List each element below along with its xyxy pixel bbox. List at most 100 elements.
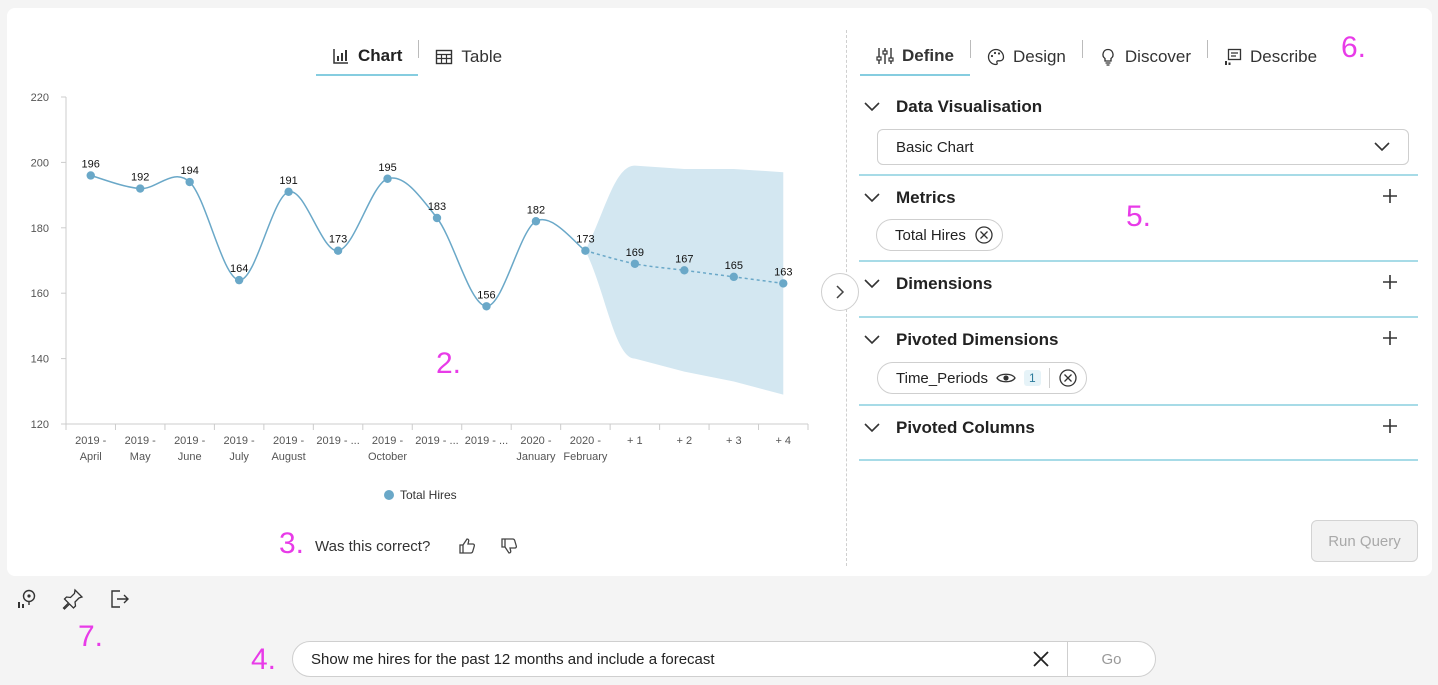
section-title: Metrics: [896, 188, 956, 207]
data-point: [531, 217, 541, 226]
annotation-7: 7.: [78, 620, 104, 653]
section-dimensions: Dimensions: [860, 272, 1418, 296]
section-pivoted-dimensions: Pivoted Dimensions: [860, 328, 1418, 352]
x-tick-label: + 4: [775, 435, 791, 447]
x-tick-label: 2019 -April: [75, 435, 107, 463]
section-title: Data Visualisation: [896, 97, 1043, 116]
query-bar: Go: [292, 641, 1156, 677]
section-divider: [859, 316, 1418, 318]
tab-table[interactable]: Table: [419, 30, 518, 76]
section-title: Pivoted Dimensions: [896, 330, 1059, 349]
tab-discover[interactable]: Discover: [1083, 30, 1207, 76]
remove-circle-icon[interactable]: [1058, 368, 1078, 388]
x-tick-label: 2019 -May: [125, 435, 157, 463]
data-point: [432, 213, 442, 223]
tab-chart[interactable]: Chart: [316, 30, 419, 76]
tab-discover-label: Discover: [1124, 47, 1192, 66]
bottom-toolbar: [16, 588, 130, 610]
add-metric-icon[interactable]: [1382, 188, 1398, 209]
data-label: 163: [774, 266, 792, 278]
x-tick-label: 2019 -June: [174, 435, 206, 463]
collapse-panel-button[interactable]: [821, 273, 859, 311]
x-tick-label: + 2: [677, 435, 693, 447]
count-badge: 1: [1023, 370, 1041, 386]
data-point: [630, 259, 640, 268]
tab-design-label: Design: [1012, 47, 1066, 66]
section-data-visualisation: Data Visualisation: [860, 95, 1418, 119]
data-label: 156: [477, 289, 495, 301]
data-label: 191: [279, 175, 297, 187]
panel-tabs: Define Design Discover Describe: [860, 30, 1333, 76]
section-title: Dimensions: [896, 274, 993, 293]
palette-icon: [987, 48, 1005, 66]
export-icon[interactable]: [108, 588, 130, 610]
line-chart: 120 140 160 180 200 220 2019 -April 2019 -May 20…: [31, 92, 809, 463]
y-tick-label: 180: [31, 223, 49, 235]
x-tick-label: 2019 - ...: [316, 435, 359, 447]
legend-label: Total Hires: [400, 488, 457, 502]
annotation-3: 3.: [279, 527, 305, 560]
add-dimension-icon[interactable]: [1382, 274, 1398, 295]
query-input[interactable]: [293, 642, 1015, 676]
metric-chip-label: Total Hires: [895, 226, 966, 244]
chevron-down-icon: [1374, 139, 1390, 156]
data-point: [136, 184, 145, 193]
data-point: [383, 174, 392, 183]
pivoted-dimension-chip: Time_Periods 1: [877, 362, 1087, 394]
chevron-down-icon[interactable]: [860, 335, 884, 345]
data-label: 182: [527, 204, 545, 216]
data-point: [284, 187, 293, 197]
close-icon[interactable]: [1015, 642, 1067, 676]
visualisation-select-value: Basic Chart: [896, 138, 974, 156]
y-tick-label: 160: [31, 288, 49, 300]
pin-icon[interactable]: [62, 588, 84, 610]
thumbs-down-icon[interactable]: [498, 535, 520, 557]
tab-table-label: Table: [461, 47, 503, 66]
section-divider: [859, 260, 1418, 262]
data-point: [581, 246, 590, 255]
data-label: 167: [675, 253, 693, 265]
x-tick-label: 2019 -August: [271, 435, 305, 463]
sliders-icon: [876, 48, 894, 64]
tab-design[interactable]: Design: [971, 30, 1082, 76]
go-button[interactable]: Go: [1067, 642, 1155, 676]
tab-describe[interactable]: Describe: [1208, 30, 1333, 76]
add-pivoted-column-icon[interactable]: [1382, 418, 1398, 439]
chevron-down-icon[interactable]: [860, 279, 884, 289]
data-point: [86, 171, 95, 180]
x-tick-label: + 1: [627, 435, 643, 447]
tab-define[interactable]: Define: [860, 30, 970, 76]
chevron-right-icon: [836, 285, 845, 299]
chevron-down-icon[interactable]: [860, 102, 884, 112]
legend-marker: [384, 490, 394, 500]
data-label: 195: [378, 162, 396, 174]
data-label: 173: [329, 234, 347, 246]
tab-chart-label: Chart: [358, 46, 403, 65]
run-query-button[interactable]: Run Query: [1311, 520, 1418, 562]
data-point: [185, 177, 194, 187]
y-tick-label: 220: [31, 92, 49, 104]
feedback-question: Was this correct?: [315, 537, 431, 555]
add-pivoted-dimension-icon[interactable]: [1382, 330, 1398, 351]
section-divider: [859, 174, 1418, 176]
data-label: 165: [725, 260, 743, 272]
table-icon: [436, 49, 453, 65]
data-point: [779, 279, 788, 288]
chevron-down-icon[interactable]: [860, 423, 884, 433]
section-pivoted-columns: Pivoted Columns: [860, 416, 1418, 440]
x-tick-label: 2019 - ...: [415, 435, 458, 447]
annotation-5: 5.: [1126, 200, 1152, 233]
thumbs-up-icon[interactable]: [456, 535, 478, 557]
data-label: 169: [626, 247, 644, 259]
data-label: 194: [180, 165, 198, 177]
chevron-down-icon[interactable]: [860, 193, 884, 203]
data-point: [333, 246, 343, 255]
remove-circle-icon[interactable]: [974, 225, 994, 245]
chart-insight-icon[interactable]: [16, 588, 38, 610]
visualisation-select[interactable]: Basic Chart: [877, 129, 1409, 165]
eye-icon[interactable]: [996, 371, 1016, 385]
chart-legend[interactable]: Total Hires: [384, 488, 457, 502]
chip-separator: [1048, 368, 1050, 388]
lightbulb-icon: [1102, 48, 1114, 66]
data-point: [729, 272, 738, 282]
